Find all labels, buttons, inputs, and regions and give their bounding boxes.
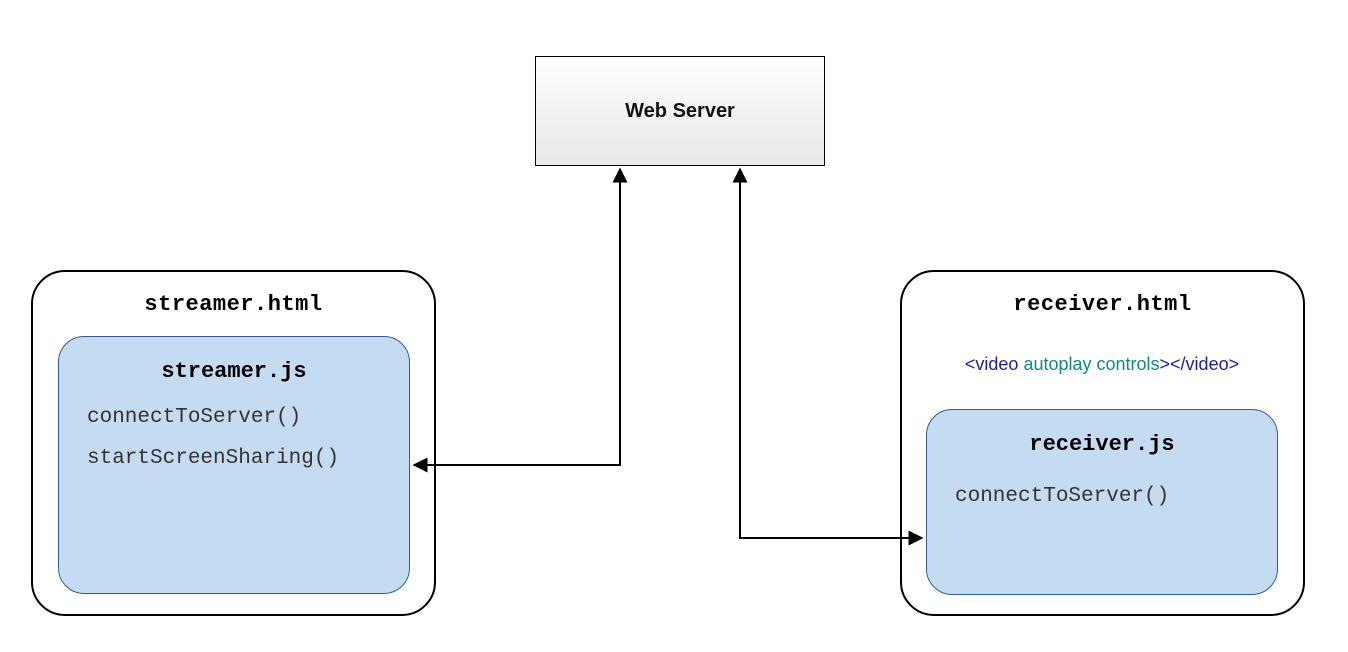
diagram-canvas: Web Server streamer.html streamer.js con… bbox=[0, 0, 1348, 652]
streamer-js-title: streamer.js bbox=[83, 359, 385, 384]
video-tag-open: <video bbox=[965, 354, 1019, 374]
receiver-js-box: receiver.js connectToServer() bbox=[926, 409, 1278, 595]
streamer-js-box: streamer.js connectToServer() startScree… bbox=[58, 336, 410, 594]
streamer-html-title: streamer.html bbox=[33, 292, 434, 317]
receiver-html-title: receiver.html bbox=[902, 292, 1303, 317]
video-tag-mid: > bbox=[1160, 354, 1171, 374]
streamer-fn-startsharing: startScreenSharing() bbox=[87, 447, 385, 470]
receiver-fn-connect: connectToServer() bbox=[955, 485, 1253, 508]
arrow-server-receiver bbox=[740, 169, 922, 538]
receiver-js-title: receiver.js bbox=[951, 432, 1253, 457]
video-attr-controls: controls bbox=[1092, 354, 1160, 374]
receiver-video-tag: <video autoplay controls></video> bbox=[926, 354, 1278, 375]
video-tag-close: </video> bbox=[1170, 354, 1239, 374]
video-attr-autoplay: autoplay bbox=[1018, 354, 1091, 374]
arrow-server-streamer bbox=[414, 169, 620, 465]
web-server-label: Web Server bbox=[625, 100, 735, 123]
streamer-fn-connect: connectToServer() bbox=[87, 406, 385, 429]
web-server-box: Web Server bbox=[535, 56, 825, 166]
